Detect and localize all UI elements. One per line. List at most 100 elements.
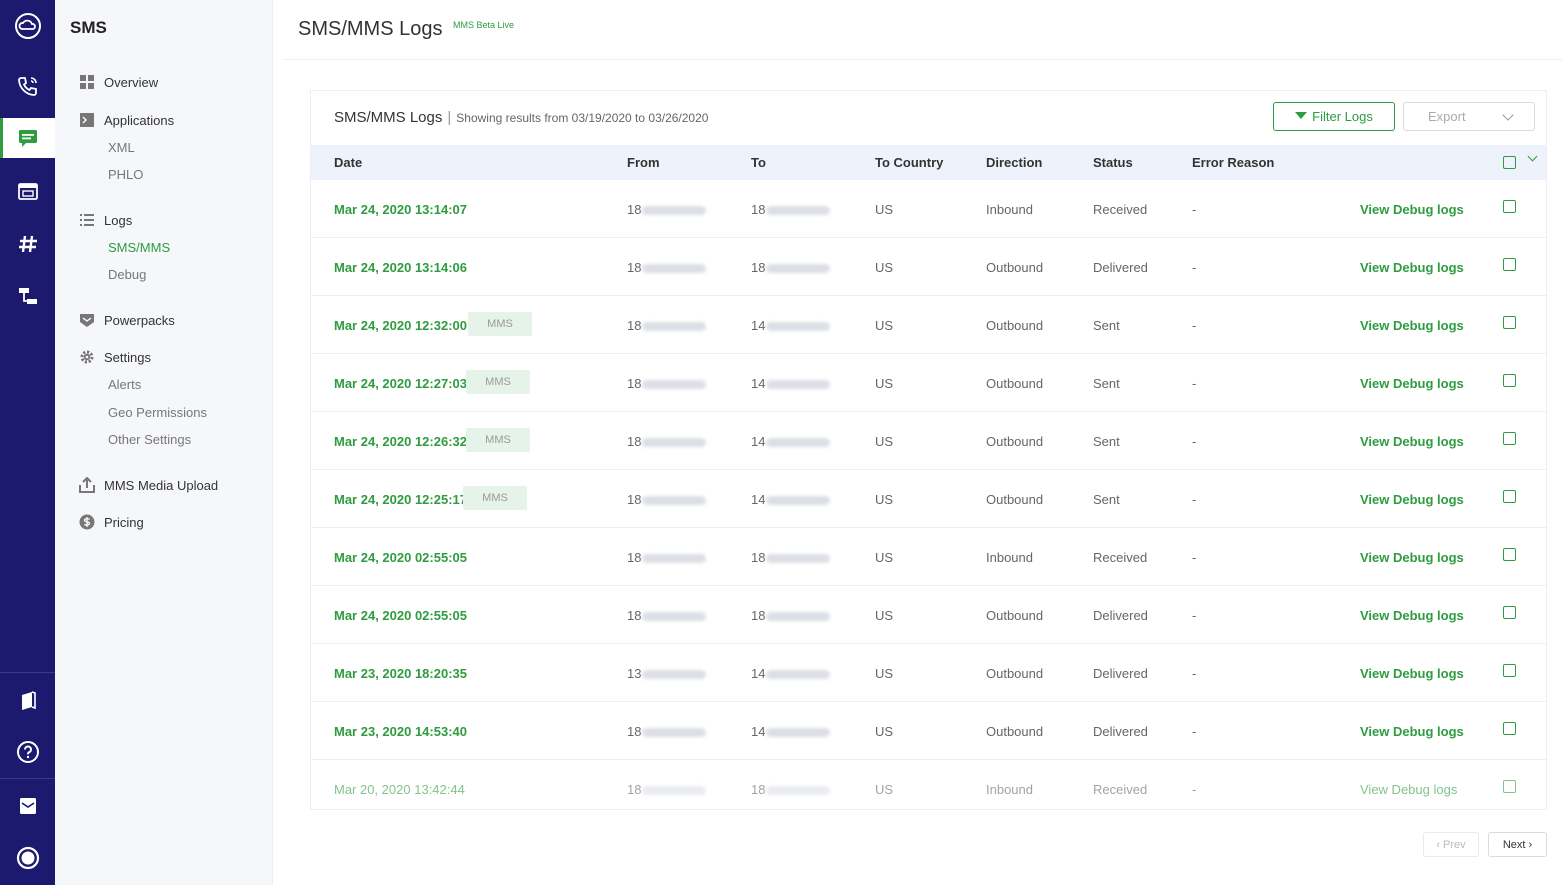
filter-logs-button[interactable]: Filter Logs	[1273, 102, 1395, 131]
mms-badge: MMS	[463, 486, 527, 510]
sip-trunk-icon[interactable]	[0, 171, 55, 211]
beta-badge: MMS Beta Live	[453, 20, 515, 30]
column-header-direction[interactable]: Direction	[986, 155, 1042, 170]
docs-book-icon[interactable]	[0, 680, 55, 720]
row-error-reason: -	[1192, 608, 1197, 623]
user-avatar-icon[interactable]	[0, 838, 55, 878]
chevron-down-icon	[1502, 109, 1514, 121]
view-debug-logs-link[interactable]: View Debug logs	[1360, 782, 1457, 797]
row-checkbox[interactable]	[1503, 780, 1516, 793]
sidebar-item-powerpacks[interactable]: Powerpacks	[79, 312, 175, 328]
row-checkbox[interactable]	[1503, 548, 1516, 561]
prev-page-button[interactable]: ‹ Prev	[1423, 832, 1479, 857]
help-question-icon[interactable]	[0, 732, 55, 772]
table-row[interactable]: Mar 24, 2020 12:27:03 MMS 18 14 US Outbo…	[311, 354, 1546, 412]
view-debug-logs-link[interactable]: View Debug logs	[1360, 202, 1464, 217]
table-row[interactable]: Mar 24, 2020 12:25:17 MMS 18 14 US Outbo…	[311, 470, 1546, 528]
row-to: 14	[751, 376, 831, 391]
select-all-checkbox[interactable]	[1503, 156, 1516, 169]
redacted-number	[766, 380, 831, 390]
view-debug-logs-link[interactable]: View Debug logs	[1360, 608, 1464, 623]
view-debug-logs-link[interactable]: View Debug logs	[1360, 260, 1464, 275]
row-checkbox[interactable]	[1503, 374, 1516, 387]
sms-message-icon[interactable]	[0, 118, 55, 158]
table-row[interactable]: Mar 24, 2020 13:14:06 18 18 US Outbound …	[311, 238, 1546, 296]
column-header-to[interactable]: To	[751, 155, 766, 170]
sidebar-item-other-settings[interactable]: Other Settings	[108, 432, 191, 447]
sidebar-item-logs[interactable]: Logs	[79, 212, 132, 228]
table-row[interactable]: Mar 23, 2020 18:20:35 13 14 US Outbound …	[311, 644, 1546, 702]
row-from: 18	[627, 318, 707, 333]
redacted-number	[766, 438, 831, 448]
next-page-button[interactable]: Next ›	[1488, 832, 1547, 857]
sidebar-item-debug[interactable]: Debug	[108, 267, 146, 282]
phone-numbers-hash-icon[interactable]	[0, 224, 55, 264]
sidebar-item-sms-mms[interactable]: SMS/MMS	[108, 240, 170, 255]
table-row[interactable]: Mar 20, 2020 13:42:44 18 18 US Inbound R…	[311, 760, 1546, 809]
sidebar-item-alerts[interactable]: Alerts	[108, 377, 141, 392]
row-country: US	[875, 724, 894, 739]
sidebar-item-pricing[interactable]: Pricing	[79, 514, 144, 530]
row-date: Mar 24, 2020 13:14:07	[334, 202, 467, 217]
sidebar-item-applications[interactable]: Applications	[79, 112, 174, 128]
view-debug-logs-link[interactable]: View Debug logs	[1360, 434, 1464, 449]
view-debug-logs-link[interactable]: View Debug logs	[1360, 492, 1464, 507]
view-debug-logs-link[interactable]: View Debug logs	[1360, 666, 1464, 681]
row-from: 18	[627, 434, 707, 449]
sidebar-item-settings[interactable]: Settings	[79, 349, 151, 365]
row-checkbox[interactable]	[1503, 664, 1516, 677]
table-row[interactable]: Mar 24, 2020 02:55:05 18 18 US Outbound …	[311, 586, 1546, 644]
next-label: Next	[1502, 838, 1526, 851]
row-status: Sent	[1093, 318, 1120, 333]
sidebar-item-xml[interactable]: XML	[108, 140, 135, 155]
row-date: Mar 23, 2020 18:20:35	[334, 666, 467, 681]
column-header-error-reason[interactable]: Error Reason	[1192, 155, 1274, 170]
row-status: Received	[1093, 202, 1148, 217]
phlo-flow-icon[interactable]	[0, 276, 55, 316]
view-debug-logs-link[interactable]: View Debug logs	[1360, 318, 1464, 333]
row-to: 18	[751, 550, 831, 565]
row-checkbox[interactable]	[1503, 258, 1516, 271]
column-header-to-country[interactable]: To Country	[875, 155, 943, 170]
table-row[interactable]: Mar 23, 2020 14:53:40 18 14 US Outbound …	[311, 702, 1546, 760]
row-checkbox[interactable]	[1503, 722, 1516, 735]
mailbox-icon[interactable]	[0, 786, 55, 826]
table-row[interactable]: Mar 24, 2020 02:55:05 18 18 US Inbound R…	[311, 528, 1546, 586]
export-dropdown[interactable]: Export	[1403, 102, 1535, 131]
row-checkbox[interactable]	[1503, 432, 1516, 445]
row-to: 18	[751, 608, 831, 623]
redacted-number	[766, 206, 831, 216]
redacted-number	[642, 728, 707, 738]
mms-badge: MMS	[466, 428, 530, 452]
row-status: Received	[1093, 782, 1148, 797]
column-header-from[interactable]: From	[627, 155, 660, 170]
table-row[interactable]: Mar 24, 2020 13:14:07 18 18 US Inbound R…	[311, 180, 1546, 238]
row-country: US	[875, 318, 894, 333]
sidebar-item-mms-media-upload[interactable]: MMS Media Upload	[79, 477, 218, 493]
sidebar-item-phlo[interactable]: PHLO	[108, 167, 143, 182]
column-header-status[interactable]: Status	[1093, 155, 1133, 170]
row-country: US	[875, 260, 894, 275]
view-debug-logs-link[interactable]: View Debug logs	[1360, 376, 1464, 391]
row-status: Delivered	[1093, 666, 1148, 681]
table-row[interactable]: Mar 24, 2020 12:26:32 MMS 18 14 US Outbo…	[311, 412, 1546, 470]
table-row[interactable]: Mar 24, 2020 12:32:00 MMS 18 14 US Outbo…	[311, 296, 1546, 354]
row-checkbox[interactable]	[1503, 490, 1516, 503]
row-status: Sent	[1093, 434, 1120, 449]
sidebar-item-label: Overview	[104, 74, 159, 90]
view-debug-logs-link[interactable]: View Debug logs	[1360, 724, 1464, 739]
cloud-logo-icon[interactable]	[0, 6, 55, 46]
voice-phone-icon[interactable]	[0, 66, 55, 106]
row-checkbox[interactable]	[1503, 606, 1516, 619]
row-checkbox[interactable]	[1503, 316, 1516, 329]
column-header-date[interactable]: Date	[334, 155, 362, 170]
dollar-icon	[79, 514, 95, 530]
row-from: 18	[627, 202, 707, 217]
chevron-down-icon[interactable]	[1527, 151, 1538, 162]
row-from: 18	[627, 492, 707, 507]
sidebar-item-geo-permissions[interactable]: Geo Permissions	[108, 405, 207, 420]
row-checkbox[interactable]	[1503, 200, 1516, 213]
view-debug-logs-link[interactable]: View Debug logs	[1360, 550, 1464, 565]
redacted-number	[766, 322, 831, 332]
sidebar-item-overview[interactable]: Overview	[79, 74, 158, 90]
